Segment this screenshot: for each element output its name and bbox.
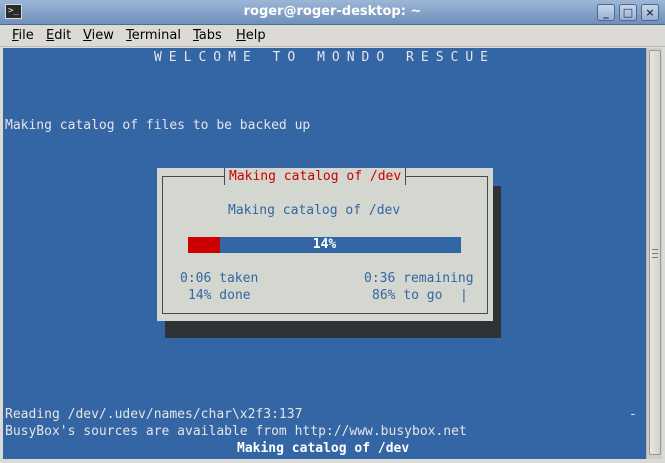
menu-view[interactable]: View (83, 28, 114, 43)
menu-bar: File Edit View Terminal Tabs Help (0, 25, 665, 47)
scrollbar-grip-icon (652, 249, 658, 258)
menu-terminal[interactable]: Terminal (126, 28, 181, 43)
time-taken: 0:06 taken (180, 271, 259, 286)
welcome-banner: WELCOME TO MONDO RESCUE (153, 50, 495, 65)
menu-edit-mnemonic: E (46, 28, 55, 43)
time-remaining: 0:36 remaining (364, 271, 474, 286)
window-title: roger@roger-desktop: ~ (243, 4, 422, 19)
vertical-scrollbar[interactable] (646, 48, 662, 459)
menu-help-label: elp (245, 28, 266, 43)
menu-tabs[interactable]: Tabs (193, 28, 222, 43)
menu-terminal-label: erminal (131, 28, 181, 43)
scrollbar-thumb[interactable] (649, 50, 661, 455)
window-frame-bottom (0, 459, 665, 463)
menu-edit-label: dit (54, 28, 72, 43)
menu-file[interactable]: File (12, 28, 34, 43)
busybox-line: BusyBox's sources are available from htt… (5, 424, 467, 439)
progress-percent: 14% (312, 237, 337, 252)
minimize-button[interactable]: _ (597, 4, 615, 21)
menu-view-mnemonic: V (83, 28, 92, 43)
menu-help-mnemonic: H (236, 28, 246, 43)
dialog-message: Making catalog of /dev (228, 203, 401, 218)
menu-file-label: ile (18, 28, 34, 43)
percent-to-go: 86% to go (372, 288, 443, 303)
spinner: | (460, 288, 468, 303)
maximize-button[interactable]: □ (619, 4, 637, 21)
progress-dialog: Making catalog of /dev Making catalog of… (157, 168, 493, 321)
menu-tabs-label: abs (198, 28, 222, 43)
menu-view-label: iew (91, 28, 114, 43)
terminal-screen[interactable]: WELCOME TO MONDO RESCUE Making catalog o… (3, 48, 646, 459)
menu-edit[interactable]: Edit (46, 28, 71, 43)
reading-line: Reading /dev/.udev/names/char\x2f3:137 (5, 407, 303, 422)
percent-done: 14% done (188, 288, 251, 303)
bottom-status: Making catalog of /dev (237, 441, 410, 456)
progress-bar: 14% (188, 237, 461, 253)
menu-help[interactable]: Help (236, 28, 266, 43)
close-button[interactable]: × (641, 4, 659, 21)
reading-marker: - (629, 407, 637, 422)
dialog-title: Making catalog of /dev (224, 168, 407, 185)
title-bar[interactable]: >_ roger@roger-desktop: ~ _ □ × (0, 0, 665, 25)
status-line: Making catalog of files to be backed up (5, 118, 311, 133)
